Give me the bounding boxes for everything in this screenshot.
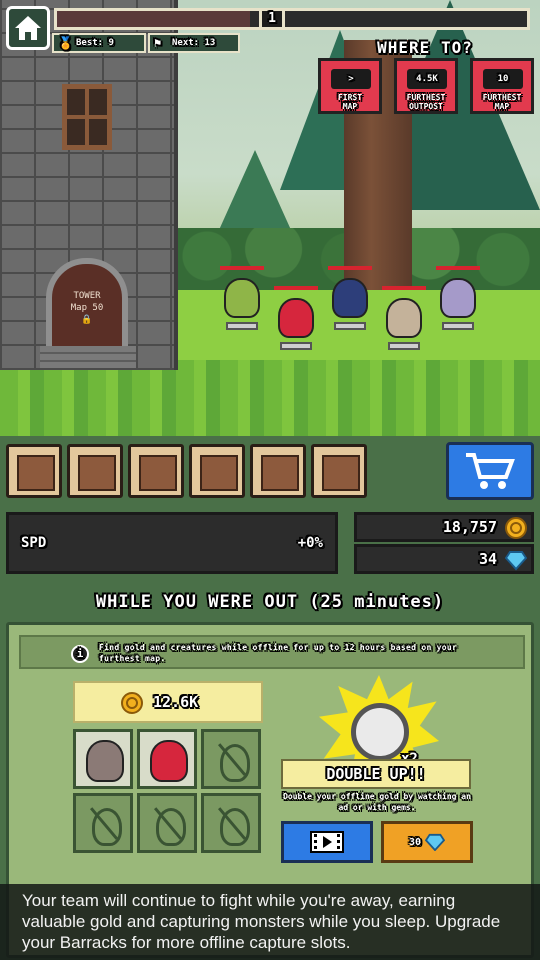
double-with-gems-button[interactable]: 30 <box>381 821 473 863</box>
game-scene: TOWER Map 50 🔒 1 🏅 Best: 9 ⚑ Next: 13 WH… <box>0 0 540 436</box>
chest-slot[interactable] <box>6 444 62 498</box>
monster-sprite <box>332 278 368 318</box>
offline-title: WHILE YOU WERE OUT (25 minutes) <box>95 592 445 612</box>
tower-label-line1: TOWER <box>73 291 101 301</box>
tooltip-text: Your team will continue to fight while y… <box>22 891 501 952</box>
monster-sprite <box>440 278 476 318</box>
gold-coin-icon <box>505 517 527 539</box>
dest-label-line2: MAP <box>494 102 510 111</box>
monster-health-bar <box>274 286 318 290</box>
monster-health-bar <box>382 286 426 290</box>
best-label: Best: 9 <box>76 38 114 48</box>
monster-owl[interactable] <box>382 286 426 350</box>
monster-blue-knight[interactable] <box>328 266 372 330</box>
dest-label-line1: FURTHEST <box>406 93 446 102</box>
where-to-title: WHERE TO? <box>377 38 473 57</box>
gold-coin-icon <box>121 692 143 714</box>
dest-label-line1: FIRST <box>337 93 363 102</box>
dest-label-line1: FURTHEST <box>482 93 522 102</box>
tutorial-tooltip[interactable]: Your team will continue to fight while y… <box>0 884 540 960</box>
furthest-map-label: FURTHEST MAP <box>473 93 531 111</box>
monster-purple-bat[interactable] <box>436 266 480 330</box>
map-progress-bar: 1 <box>54 8 530 30</box>
speed-stat-box: SPD +0% <box>6 512 338 574</box>
home-icon <box>15 16 41 40</box>
shopping-cart-icon <box>466 453 515 489</box>
chest-slot[interactable] <box>67 444 123 498</box>
speed-value: +0% <box>297 535 323 551</box>
furthest-outpost-button[interactable]: 4.5K FURTHEST OUTPOST <box>394 58 458 114</box>
red-bird-monster-icon <box>150 740 188 782</box>
speed-label: SPD <box>21 535 47 551</box>
shop-button[interactable] <box>446 442 534 500</box>
monster-sprite <box>224 278 260 318</box>
first-map-button[interactable]: > FIRST MAP <box>318 58 382 114</box>
gold-amount: 18,757 <box>442 518 497 536</box>
tower: TOWER Map 50 🔒 <box>0 0 178 370</box>
next-label: Next: 13 <box>172 38 216 48</box>
dest-label-line2: OUTPOST <box>409 102 443 111</box>
monster-base <box>280 342 312 350</box>
first-map-label: FIRST MAP <box>321 93 379 111</box>
furthest-map-button[interactable]: 10 FURTHEST MAP <box>470 58 534 114</box>
capture-slot-red-bird[interactable] <box>137 729 197 789</box>
chest-slot[interactable] <box>311 444 367 498</box>
monster-base <box>226 322 258 330</box>
monster-green-dragon[interactable] <box>220 266 264 330</box>
gem-icon <box>505 551 527 571</box>
offline-gold-earned: 12.6K <box>73 681 263 723</box>
current-level: 1 <box>259 8 285 30</box>
rat-monster-icon <box>86 740 124 782</box>
monster-base <box>334 322 366 330</box>
monster-red-bird[interactable] <box>274 286 318 350</box>
gem-icon <box>425 833 446 851</box>
best-stat: 🏅 Best: 9 <box>52 33 146 53</box>
monster-sprite <box>386 298 422 338</box>
grass-foreground <box>0 360 540 436</box>
info-icon: i <box>71 645 89 663</box>
watch-ad-button[interactable] <box>281 821 373 863</box>
dest-label-line2: MAP <box>342 102 358 111</box>
capture-slot-locked <box>201 793 261 853</box>
gem-amount: 34 <box>478 550 497 568</box>
gem-counter: 34 <box>354 544 534 574</box>
chest-slot[interactable] <box>189 444 245 498</box>
video-ad-icon <box>310 831 344 853</box>
chest-slot[interactable] <box>128 444 184 498</box>
map-progress-fill <box>57 11 250 27</box>
furthest-outpost-label: FURTHEST OUTPOST <box>397 93 455 111</box>
arrow-right-icon: > <box>331 69 371 89</box>
tower-label-line2: Map 50 <box>70 303 104 313</box>
capture-slot-locked <box>201 729 261 789</box>
medal-icon: 🏅 <box>58 36 73 50</box>
monster-health-bar <box>328 266 372 270</box>
offline-info-bar: i Find gold and creatures while offline … <box>19 635 525 669</box>
monster-base <box>388 342 420 350</box>
lock-icon: 🔒 <box>81 315 93 325</box>
tower-door-label: TOWER Map 50 🔒 <box>52 290 122 326</box>
next-stat: ⚑ Next: 13 <box>148 33 240 53</box>
monster-sprite <box>278 298 314 338</box>
bottom-panel: SPD +0% 18,757 34 WHILE YOU WERE OUT (25… <box>0 436 540 960</box>
monster-health-bar <box>436 266 480 270</box>
capture-slot-locked <box>137 793 197 853</box>
chest-slot[interactable] <box>250 444 306 498</box>
home-button[interactable] <box>6 6 50 50</box>
monster-health-bar <box>220 266 264 270</box>
gold-counter: 18,757 <box>354 512 534 542</box>
double-up-title: DOUBLE UP!! <box>281 759 471 789</box>
capture-slot-locked <box>73 793 133 853</box>
double-up-description: Double your offline gold by watching an … <box>283 792 471 812</box>
outpost-gold-cost: 4.5K <box>407 69 447 89</box>
tower-window <box>62 84 112 150</box>
gem-cost-label: 30 <box>408 836 422 848</box>
capture-slot-rat[interactable] <box>73 729 133 789</box>
map-gem-cost: 10 <box>483 69 523 89</box>
tower-steps <box>40 346 136 368</box>
monster-base <box>442 322 474 330</box>
tower-door[interactable]: TOWER Map 50 🔒 <box>46 258 128 354</box>
offline-info-text: Find gold and creatures while offline fo… <box>99 643 458 663</box>
offline-gold-value: 12.6K <box>153 693 199 711</box>
flag-icon: ⚑ <box>154 36 162 50</box>
